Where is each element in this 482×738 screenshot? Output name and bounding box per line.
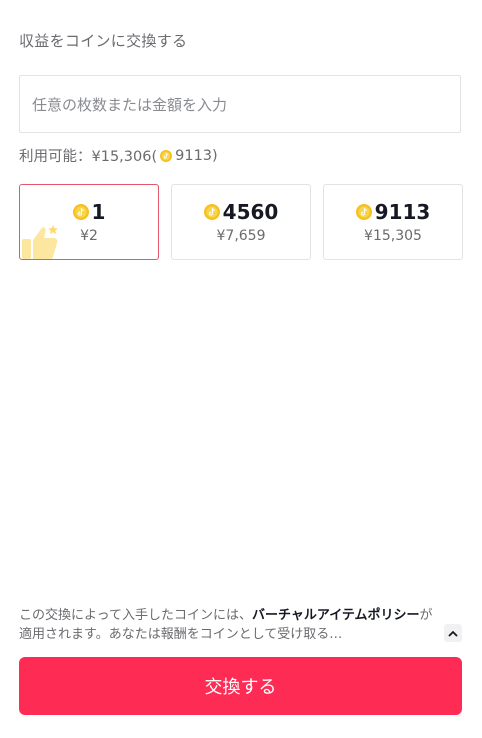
coin-option-amount: 9113 (355, 200, 431, 224)
coin-option-amount: 1 (72, 200, 106, 224)
coin-options: 1 ¥2 4560 ¥7,659 9113 ¥15,305 (19, 184, 463, 260)
available-balance-prefix: 利用可能：¥15,306( (19, 149, 158, 165)
policy-text-before: この交換によって入手したコインには、 (19, 608, 252, 623)
coin-option-price: ¥2 (80, 228, 98, 244)
section-title: 収益をコインに交換する (19, 32, 188, 50)
coin-icon (203, 204, 220, 220)
available-balance-suffix: ) (212, 147, 218, 164)
coin-option-9113[interactable]: 9113 ¥15,305 (323, 184, 463, 260)
coin-option-price: ¥7,659 (216, 228, 266, 244)
coin-icon (160, 149, 173, 162)
chevron-up-icon (448, 630, 458, 636)
coin-option-price: ¥15,305 (364, 228, 422, 244)
expand-policy-button[interactable] (444, 624, 462, 642)
coin-option-amount: 4560 (203, 200, 279, 224)
amount-input-placeholder: 任意の枚数または金額を入力 (32, 95, 228, 114)
coin-icon (355, 204, 372, 220)
virtual-item-policy-link[interactable]: バーチャルアイテムポリシー (252, 608, 420, 623)
coin-option-4560[interactable]: 4560 ¥7,659 (171, 184, 311, 260)
coin-option-coins: 9113 (374, 200, 431, 224)
available-balance: 利用可能：¥15,306( 9113 ) (19, 145, 218, 166)
coin-option-coins: 4560 (222, 200, 279, 224)
available-coins: 9113 (175, 147, 213, 164)
amount-input[interactable]: 任意の枚数または金額を入力 (19, 75, 461, 133)
thumbs-up-icon (22, 225, 58, 259)
coin-option-coins: 1 (91, 200, 106, 224)
policy-notice: この交換によって入手したコインには、バーチャルアイテムポリシーが適用されます。あ… (19, 606, 434, 644)
coin-option-1[interactable]: 1 ¥2 (19, 184, 159, 260)
coin-icon (72, 204, 89, 220)
exchange-button[interactable]: 交換する (19, 657, 462, 715)
